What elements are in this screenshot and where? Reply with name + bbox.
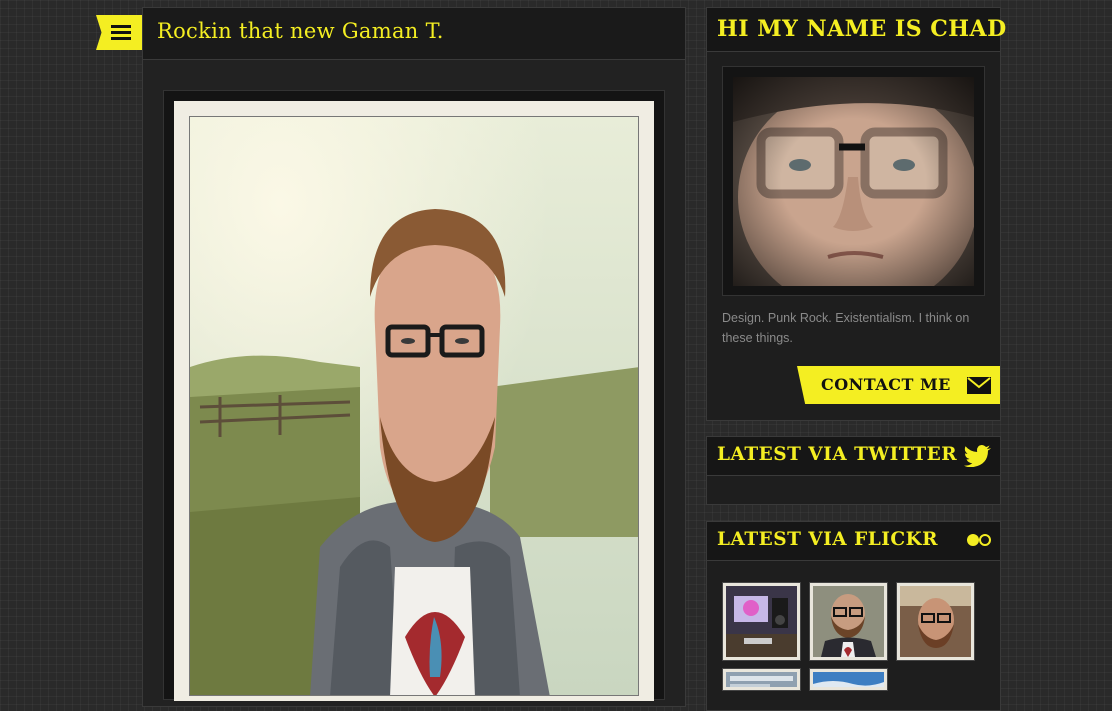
post-photo[interactable] [189, 116, 639, 696]
envelope-icon [967, 377, 991, 394]
flickr-thumbnail[interactable] [896, 582, 975, 661]
menu-button[interactable] [96, 15, 142, 50]
flickr-widget-header: LATEST VIA FLICKR [707, 522, 1000, 561]
post-header: Rockin that new Gaman T. [143, 8, 685, 60]
contact-button-label: CONTACT ME [821, 375, 951, 394]
twitter-widget: LATEST VIA TWITTER [706, 436, 1001, 505]
author-portrait [733, 77, 974, 286]
flickr-thumbnail[interactable] [722, 582, 801, 661]
flickr-dots-icon[interactable] [966, 533, 992, 547]
about-heading: HI MY NAME IS CHAD [717, 16, 1007, 42]
flickr-thumbnail[interactable] [722, 668, 801, 691]
flickr-thumbnail[interactable] [809, 582, 888, 661]
contact-button[interactable]: CONTACT ME [797, 366, 1000, 404]
flickr-thumbnail[interactable] [809, 668, 888, 691]
post-title[interactable]: Rockin that new Gaman T. [157, 19, 444, 43]
menu-icon-bar [111, 25, 131, 28]
menu-icon-bar [111, 31, 131, 34]
twitter-heading[interactable]: LATEST VIA TWITTER [717, 444, 957, 465]
about-widget-header: HI MY NAME IS CHAD [707, 8, 1006, 52]
twitter-bird-icon[interactable] [964, 445, 992, 467]
menu-icon-bar [111, 37, 131, 40]
twitter-widget-header: LATEST VIA TWITTER [707, 437, 1000, 476]
flickr-heading[interactable]: LATEST VIA FLICKR [717, 529, 938, 550]
author-bio: Design. Punk Rock. Existentialism. I thi… [722, 311, 970, 345]
